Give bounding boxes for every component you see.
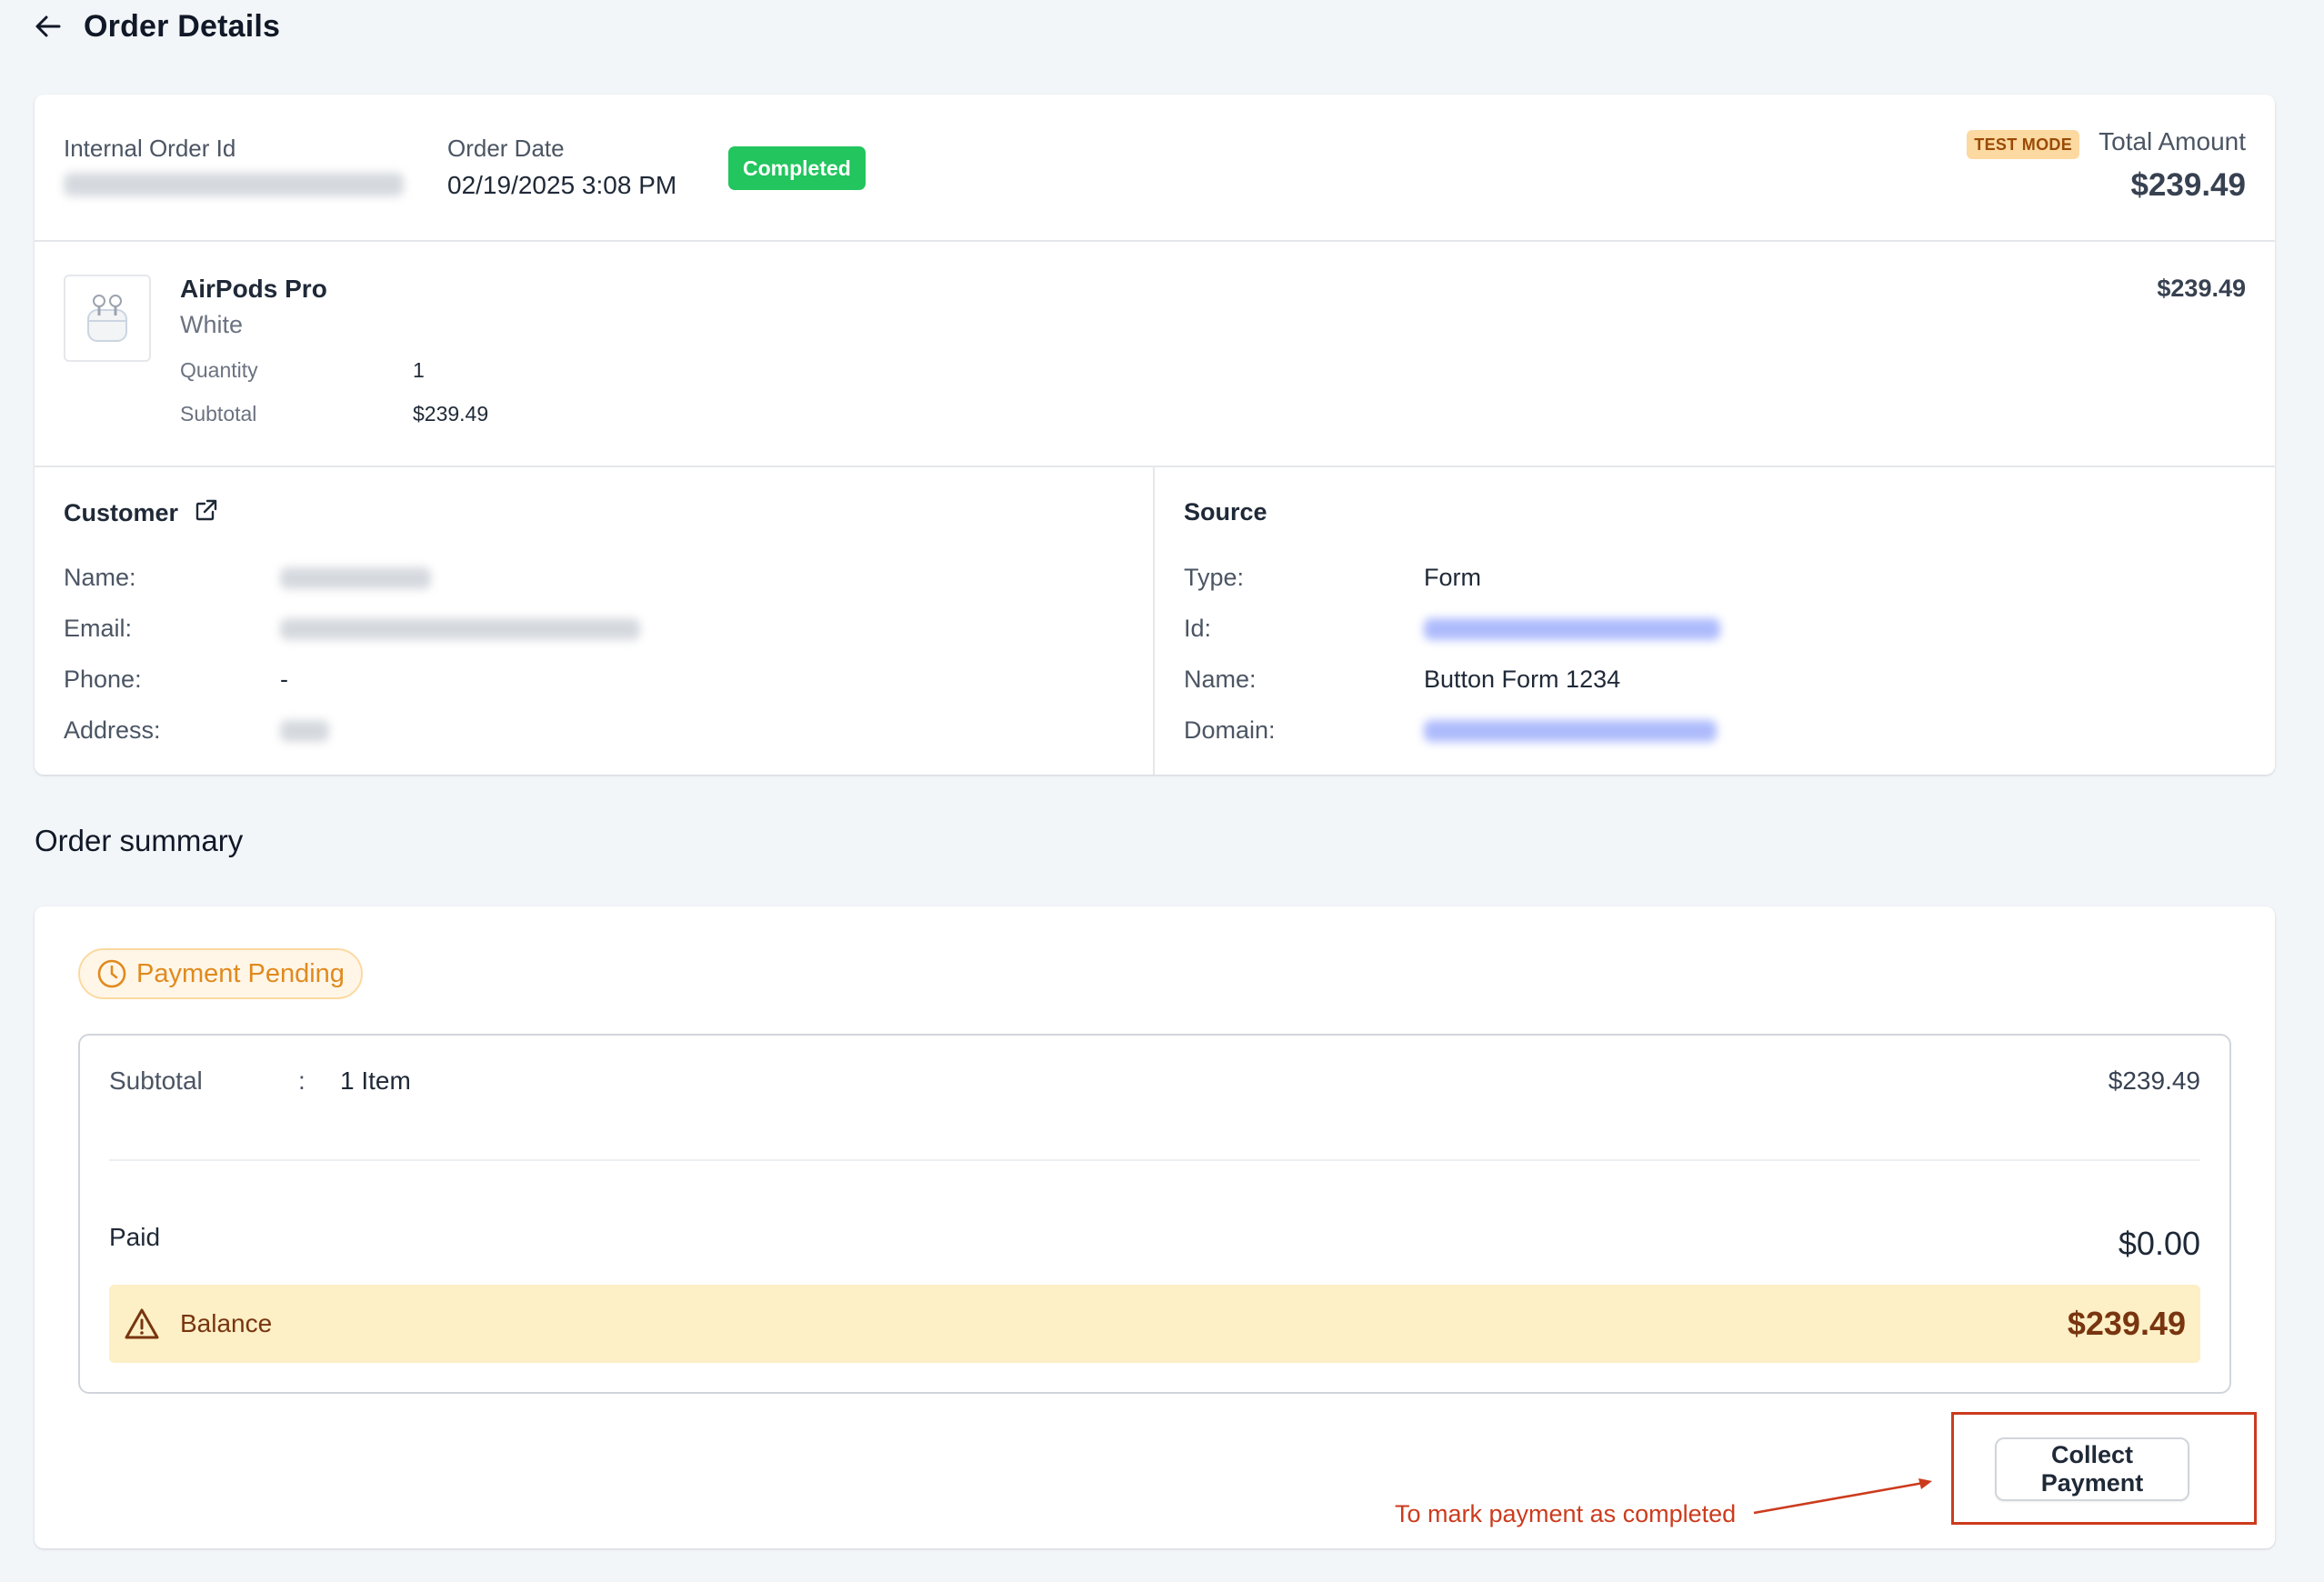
summary-paid-label: Paid <box>109 1223 161 1251</box>
customer-email-value-redacted <box>280 618 640 640</box>
back-arrow-icon[interactable] <box>35 13 62 40</box>
annotation-text: To mark payment as completed <box>1395 1500 1737 1527</box>
customer-name-value-redacted <box>280 567 431 589</box>
payment-status-badge: Payment Pending <box>78 948 363 999</box>
source-heading: Source <box>1184 498 1267 526</box>
external-link-icon[interactable] <box>195 498 218 528</box>
annotation-arrow-icon <box>1753 1478 1932 1515</box>
summary-divider <box>109 1159 2200 1161</box>
product-quantity-label: Quantity <box>180 358 258 382</box>
source-domain-link-redacted[interactable] <box>1424 720 1717 742</box>
order-summary-title: Order summary <box>35 824 244 857</box>
total-amount-label: Total Amount <box>2099 127 2246 155</box>
product-subtotal-value: $239.49 <box>413 402 489 426</box>
warning-icon <box>125 1308 159 1339</box>
order-header-section: Internal Order Id Order Date 02/19/2025 … <box>35 95 2275 242</box>
product-section: AirPods Pro White Quantity 1 Subtotal $2… <box>35 242 2275 467</box>
internal-order-id-value-redacted <box>64 173 404 196</box>
product-name: AirPods Pro <box>180 275 327 303</box>
payment-status-label: Payment Pending <box>136 958 345 988</box>
clock-icon <box>97 959 126 988</box>
customer-phone-value: - <box>280 666 288 693</box>
source-id-link-redacted[interactable] <box>1424 618 1720 640</box>
summary-paid-value: $0.00 <box>2118 1225 2200 1262</box>
summary-items-count: 1 Item <box>340 1066 411 1095</box>
source-type-label: Type: <box>1184 564 1245 591</box>
source-id-label: Id: <box>1184 615 1212 642</box>
total-amount-value: $239.49 <box>2130 167 2246 203</box>
summary-subtotal-value: $239.49 <box>2108 1066 2200 1095</box>
customer-heading: Customer <box>64 498 218 528</box>
balance-value: $239.49 <box>2067 1305 2186 1342</box>
source-name-label: Name: <box>1184 666 1257 693</box>
test-mode-badge: TEST MODE <box>1967 130 2079 159</box>
internal-order-id-label: Internal Order Id <box>64 135 236 162</box>
airpods-icon <box>87 295 127 342</box>
summary-colon: : <box>298 1066 306 1095</box>
balance-label: Balance <box>180 1309 273 1337</box>
product-price: $239.49 <box>2157 275 2246 302</box>
order-status-badge: Completed <box>728 146 866 190</box>
customer-heading-label: Customer <box>64 499 179 526</box>
balance-row: Balance $239.49 <box>109 1285 2200 1363</box>
customer-phone-label: Phone: <box>64 666 142 693</box>
customer-source-section: Customer Name: Email: Phone: - Address: … <box>35 467 2275 775</box>
source-domain-label: Domain: <box>1184 716 1276 744</box>
product-quantity-value: 1 <box>413 358 425 382</box>
customer-address-value-redacted <box>280 720 329 742</box>
order-summary-card: Payment Pending Subtotal : 1 Item $239.4… <box>35 906 2275 1548</box>
order-date-label: Order Date <box>447 135 565 162</box>
summary-box: Subtotal : 1 Item $239.49 Paid $0.00 Bal… <box>78 1034 2231 1394</box>
summary-subtotal-label: Subtotal <box>109 1066 203 1095</box>
product-variant: White <box>180 311 244 338</box>
customer-email-label: Email: <box>64 615 133 642</box>
product-subtotal-label: Subtotal <box>180 402 257 426</box>
page-title: Order Details <box>84 8 281 44</box>
product-thumbnail <box>64 275 151 362</box>
column-divider <box>1153 467 1155 775</box>
order-date-value: 02/19/2025 3:08 PM <box>447 171 677 199</box>
customer-name-label: Name: <box>64 564 136 591</box>
order-details-card: Internal Order Id Order Date 02/19/2025 … <box>35 95 2275 775</box>
collect-payment-button[interactable]: Collect Payment <box>1995 1437 2189 1501</box>
page: Order Details Internal Order Id Order Da… <box>0 0 2324 1582</box>
customer-address-label: Address: <box>64 716 161 744</box>
source-type-value: Form <box>1424 564 1481 591</box>
source-name-value: Button Form 1234 <box>1424 666 1621 693</box>
page-header: Order Details <box>35 5 280 47</box>
